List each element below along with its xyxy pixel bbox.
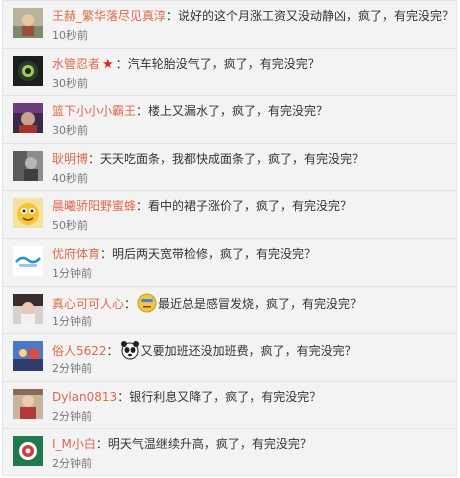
list-item: Dylan0813：银行利息又降了，疯了，有完没完？ 2分钟前 (3, 382, 456, 430)
comment-text: 银行利息又降了，疯了，有完没完？ (129, 389, 322, 404)
comment-text: 最近总是感冒发烧，疯了，有完没完？ (158, 296, 363, 311)
comment-text: 又要加班还没加班费，疯了，有完没完？ (140, 344, 357, 359)
separator: ： (136, 199, 149, 214)
user-name-link[interactable]: Dylan0813 (52, 390, 117, 404)
separator: ： (100, 246, 113, 261)
avatar-icon (13, 388, 43, 419)
avatar[interactable] (13, 388, 43, 419)
list-item: 优府体育：明后两天宽带检修，疯了，有完没完？ 1分钟前 (3, 239, 456, 287)
avatar-icon (13, 150, 43, 181)
separator: ： (106, 344, 119, 359)
list-item: 篮下小小小霸王：楼上又漏水了，疯了，有完没完？ 30秒前 (3, 96, 456, 144)
separator: ： (124, 296, 137, 311)
timestamp: 50秒前 (52, 219, 88, 233)
comment-text: 汽车轮胎没气了，疯了，有完没完？ (127, 56, 320, 71)
avatar[interactable] (13, 245, 43, 276)
avatar-icon (13, 198, 43, 229)
comment-text: 明天气温继续升高，疯了，有完没完？ (107, 437, 312, 452)
timestamp: 1分钟前 (52, 266, 92, 280)
timestamp: 2分钟前 (52, 362, 92, 376)
list-item: 王赫_繁华落尽见真淳：说好的这个月涨工资又没动静凶，疯了，有完没完？ 10秒前 (3, 1, 456, 49)
avatar-icon (13, 436, 43, 467)
list-item: 耿明博：天天吃面条，我都快成面条了，疯了，有完没完？ 40秒前 (3, 144, 456, 192)
avatar[interactable] (13, 55, 43, 86)
star-badge-icon: ★ (102, 56, 114, 72)
timestamp: 2分钟前 (52, 457, 92, 471)
timestamp: 30秒前 (52, 124, 88, 138)
user-name-link[interactable]: 耿明博 (52, 152, 88, 166)
list-item: I_M小白：明天气温继续升高，疯了，有完没完？ 2分钟前 (3, 429, 456, 477)
separator: ： (166, 9, 179, 23)
timestamp: 1分钟前 (52, 314, 92, 328)
user-name-link[interactable]: 真心可可人心 (52, 297, 124, 311)
separator: ： (95, 437, 108, 452)
timestamp: 10秒前 (52, 29, 88, 42)
avatar[interactable] (13, 150, 43, 181)
sweat-emoji-icon (137, 293, 157, 313)
list-item: 水管忍者 ★ ：汽车轮胎没气了，疯了，有完没完？ 30秒前 (3, 49, 456, 97)
user-name-link[interactable]: 晨曦骄阳野蜜蜂 (52, 199, 136, 213)
avatar[interactable] (13, 198, 43, 229)
avatar[interactable] (13, 103, 43, 134)
timestamp: 2分钟前 (52, 409, 92, 423)
separator: ： (88, 151, 101, 166)
user-name-link[interactable]: 王赫_繁华落尽见真淳 (52, 9, 166, 23)
user-name-link[interactable]: 俗人5622 (52, 344, 107, 358)
separator: ： (115, 56, 128, 71)
separator: ： (117, 389, 130, 404)
comment-text: 明后两天宽带检修，疯了，有完没完？ (112, 246, 317, 261)
list-item: 晨曦骄阳野蜜蜂：看中的裙子涨价了，疯了，有完没完？ 50秒前 (3, 191, 456, 239)
user-name-link[interactable]: 水管忍者 (52, 57, 100, 71)
separator: ： (136, 104, 149, 119)
user-name-link[interactable]: 篮下小小小霸王 (52, 104, 136, 118)
comment-list: 王赫_繁华落尽见真淳：说好的这个月涨工资又没动静凶，疯了，有完没完？ 10秒前 … (3, 1, 456, 477)
avatar-icon (13, 8, 43, 38)
timestamp: 40秒前 (52, 171, 88, 185)
avatar[interactable] (13, 341, 43, 372)
user-name-link[interactable]: 优府体育 (52, 247, 100, 261)
comment-text: 看中的裙子涨价了，疯了，有完没完？ (148, 199, 353, 214)
avatar[interactable] (13, 293, 43, 324)
list-item: 真心可可人心： 最近总是感冒发烧，疯了，有完没完？ 1分钟前 (3, 287, 456, 335)
comment-text: 天天吃面条，我都快成面条了，疯了，有完没完？ (100, 151, 365, 166)
avatar-icon (13, 245, 43, 276)
comment-panel: 王赫_繁华落尽见真淳：说好的这个月涨工资又没动静凶，疯了，有完没完？ 10秒前 … (2, 0, 457, 476)
avatar[interactable] (13, 8, 43, 38)
avatar-icon (13, 103, 43, 134)
timestamp: 30秒前 (52, 76, 88, 90)
avatar[interactable] (13, 436, 43, 467)
comment-text: 楼上又漏水了，疯了，有完没完？ (148, 104, 329, 119)
avatar-icon (13, 293, 43, 324)
panda-emoji-icon (120, 340, 140, 360)
comment-text: 说好的这个月涨工资又没动静凶，疯了，有完没完？ (178, 9, 455, 23)
avatar-icon (13, 55, 43, 86)
list-item: 俗人5622： 又要加班还没加班费，疯了，有完没完？ 2分钟前 (3, 334, 456, 382)
user-name-link[interactable]: I_M小白 (52, 437, 96, 451)
avatar-icon (13, 341, 43, 372)
